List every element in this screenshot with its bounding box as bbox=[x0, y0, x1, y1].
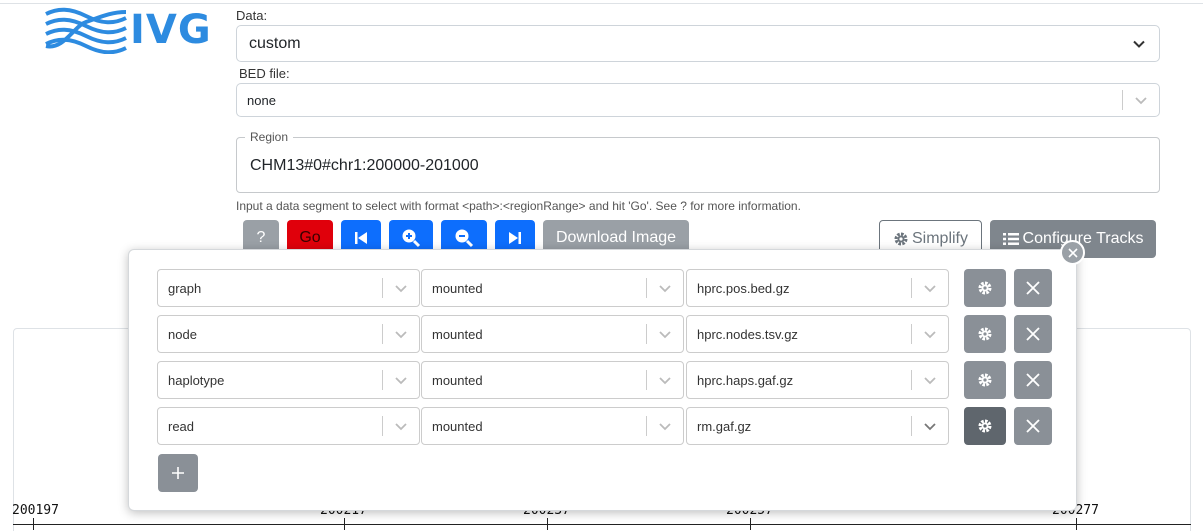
add-track-button[interactable] bbox=[158, 454, 198, 492]
data-select-value: custom bbox=[249, 34, 301, 52]
download-button-label: Download Image bbox=[555, 229, 677, 246]
data-label: Data: bbox=[236, 8, 268, 23]
axis-tick bbox=[547, 518, 548, 530]
track-file-value: hprc.nodes.tsv.gz bbox=[697, 326, 798, 342]
track-source-value: mounted bbox=[432, 372, 483, 388]
track-source-select[interactable]: mounted bbox=[421, 361, 684, 399]
track-source-value: mounted bbox=[432, 418, 483, 434]
axis-tick bbox=[33, 518, 34, 530]
region-value: CHM13#0#chr1:200000-201000 bbox=[250, 157, 479, 174]
track-settings-button[interactable] bbox=[964, 269, 1006, 307]
close-icon bbox=[1026, 373, 1040, 387]
track-delete-button[interactable] bbox=[1014, 269, 1052, 307]
track-file-value: hprc.haps.gaf.gz bbox=[697, 372, 794, 388]
track-source-select[interactable]: mounted bbox=[421, 315, 684, 353]
list-icon bbox=[1002, 233, 1019, 245]
gear-icon bbox=[978, 281, 992, 295]
track-delete-button[interactable] bbox=[1014, 361, 1052, 399]
chevron-down-icon bbox=[383, 327, 419, 341]
gear-icon bbox=[978, 373, 992, 387]
track-type-select[interactable]: read bbox=[157, 407, 420, 445]
gear-icon bbox=[894, 232, 908, 246]
close-icon bbox=[1026, 327, 1040, 341]
track-type-value: node bbox=[168, 326, 197, 342]
bed-label: BED file: bbox=[239, 66, 290, 81]
skip-back-icon bbox=[355, 232, 367, 244]
zoom-in-icon bbox=[402, 229, 421, 248]
chevron-down-icon bbox=[647, 419, 683, 433]
position-axis bbox=[13, 524, 1191, 525]
data-select[interactable]: custom bbox=[236, 25, 1160, 62]
axis-tick bbox=[1076, 518, 1077, 530]
chevron-down-icon bbox=[647, 373, 683, 387]
chevron-down-icon bbox=[383, 419, 419, 433]
track-type-value: read bbox=[168, 418, 195, 434]
axis-tick bbox=[750, 518, 751, 530]
region-legend: Region bbox=[245, 130, 294, 144]
close-icon bbox=[1026, 281, 1040, 295]
simplify-button-label: Simplify bbox=[911, 230, 968, 247]
track-delete-button[interactable] bbox=[1014, 407, 1052, 445]
chevron-down-icon bbox=[912, 327, 948, 341]
chevron-down-icon bbox=[1119, 26, 1159, 61]
track-file-select[interactable]: rm.gaf.gz bbox=[686, 407, 949, 445]
chevron-down-icon bbox=[912, 373, 948, 387]
track-source-value: mounted bbox=[432, 280, 483, 296]
track-source-select[interactable]: mounted bbox=[421, 407, 684, 445]
bed-file-select[interactable]: none bbox=[236, 83, 1160, 117]
track-source-select[interactable]: mounted bbox=[421, 269, 684, 307]
track-file-select[interactable]: hprc.pos.bed.gz bbox=[686, 269, 949, 307]
plus-icon bbox=[172, 467, 184, 479]
track-type-select[interactable]: haplotype bbox=[157, 361, 420, 399]
track-file-value: hprc.pos.bed.gz bbox=[697, 280, 790, 296]
chevron-down-icon bbox=[912, 419, 948, 433]
ivg-logo: IVG bbox=[44, 4, 214, 56]
help-button-label: ? bbox=[256, 229, 266, 246]
go-button-label: Go bbox=[299, 229, 321, 246]
wave-logo-icon bbox=[45, 7, 127, 54]
chevron-down-icon bbox=[647, 327, 683, 341]
track-type-value: graph bbox=[168, 280, 202, 296]
track-settings-button[interactable] bbox=[964, 361, 1006, 399]
chevron-down-icon bbox=[1123, 84, 1159, 116]
axis-tick bbox=[344, 518, 345, 530]
close-icon bbox=[1067, 247, 1078, 258]
zoom-out-icon bbox=[455, 229, 474, 248]
gear-icon bbox=[978, 419, 992, 433]
track-settings-button[interactable] bbox=[964, 315, 1006, 353]
skip-forward-icon bbox=[509, 232, 521, 244]
track-file-select[interactable]: hprc.haps.gaf.gz bbox=[686, 361, 949, 399]
track-delete-button[interactable] bbox=[1014, 315, 1052, 353]
track-type-select[interactable]: node bbox=[157, 315, 420, 353]
chevron-down-icon bbox=[647, 281, 683, 295]
track-file-select[interactable]: hprc.nodes.tsv.gz bbox=[686, 315, 949, 353]
chevron-down-icon bbox=[912, 281, 948, 295]
track-type-value: haplotype bbox=[168, 372, 225, 388]
chevron-down-icon bbox=[383, 373, 419, 387]
track-file-value: rm.gaf.gz bbox=[697, 418, 752, 434]
close-icon bbox=[1026, 419, 1040, 433]
track-type-select[interactable]: graph bbox=[157, 269, 420, 307]
gear-icon bbox=[978, 327, 992, 341]
help-text: Input a data segment to select with form… bbox=[236, 199, 801, 213]
chevron-down-icon bbox=[383, 281, 419, 295]
close-popover-button[interactable] bbox=[1060, 240, 1085, 265]
track-source-value: mounted bbox=[432, 326, 483, 342]
logo-text: IVG bbox=[130, 7, 212, 53]
axis-tick-label: 200197 bbox=[12, 503, 59, 518]
bed-select-value: none bbox=[247, 92, 276, 108]
track-settings-button[interactable] bbox=[964, 407, 1006, 445]
